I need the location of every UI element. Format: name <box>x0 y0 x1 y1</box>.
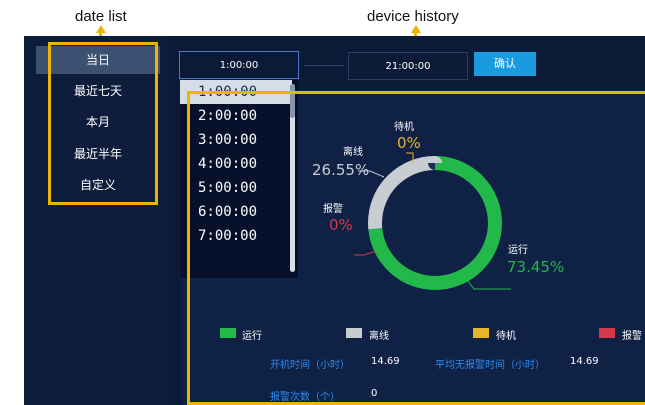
device-history-arrow-icon <box>411 25 421 33</box>
date-list-arrow-icon <box>96 25 106 33</box>
date-list-highlight-box <box>48 42 158 205</box>
time-range-separator <box>304 65 344 66</box>
start-time-input[interactable]: 1:00:00 <box>179 51 299 79</box>
device-history-annotation: device history <box>367 8 459 25</box>
device-history-highlight-box <box>187 91 645 405</box>
end-time-input[interactable]: 21:00:00 <box>348 52 468 80</box>
date-list-annotation: date list <box>75 8 127 25</box>
confirm-button[interactable]: 确认 <box>474 52 536 76</box>
